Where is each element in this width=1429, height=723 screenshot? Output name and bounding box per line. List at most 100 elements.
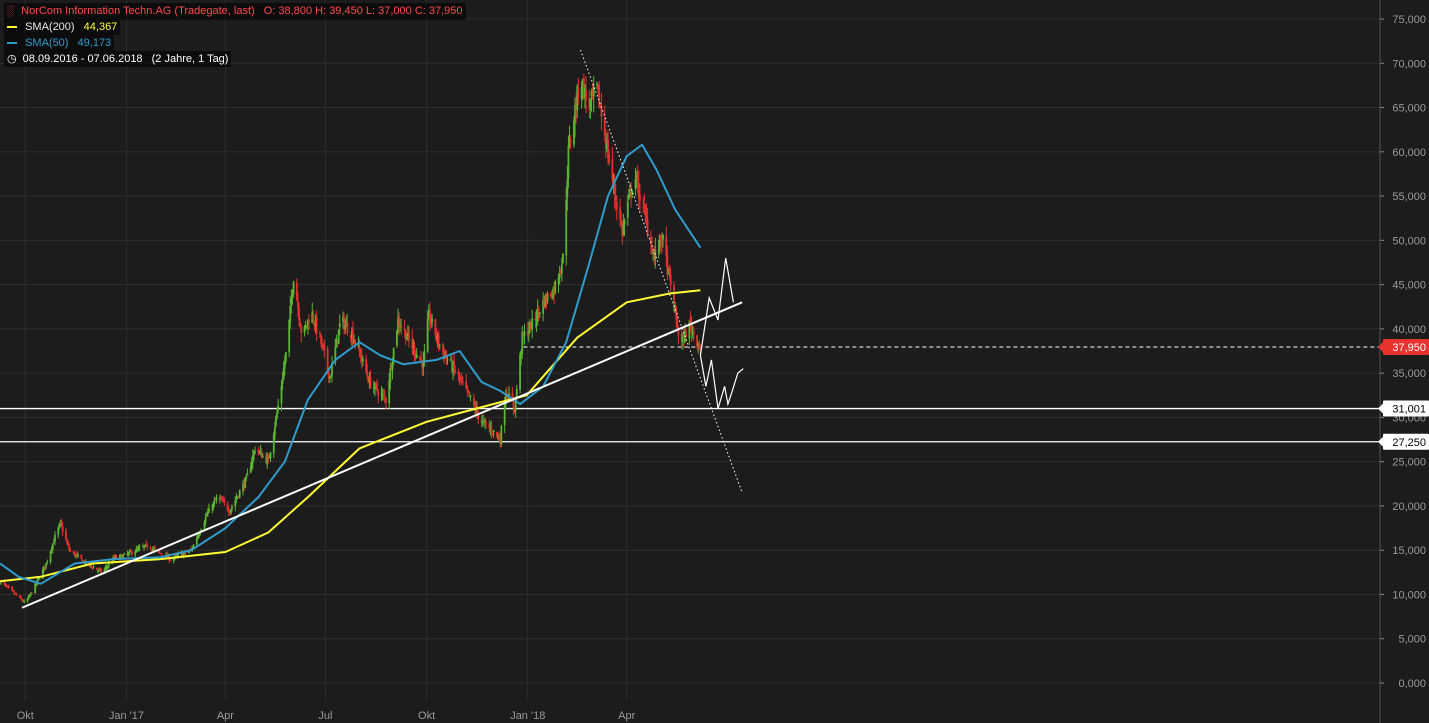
candle-body (195, 538, 198, 545)
sma200-swatch (7, 26, 17, 29)
candle-body (122, 554, 125, 558)
candle-body (38, 578, 41, 580)
candle-body (646, 220, 649, 236)
legend-sma200-box: SMA(200) 44,367 (4, 19, 121, 35)
ohlc-values: O: 38,800 H: 39,450 L: 37,000 C: 37,950 (263, 4, 463, 17)
candle-body (277, 405, 280, 411)
candle-body (469, 396, 472, 398)
candle-body (308, 321, 310, 324)
period-range: 08.09.2016 - 07.06.2018 (22, 53, 143, 65)
candle-body (254, 451, 256, 453)
candle-body (426, 319, 429, 352)
candle-body (692, 331, 695, 334)
y-tick-label: 70,000 (1392, 58, 1426, 70)
candle-body (662, 234, 664, 240)
y-tick-label: 75,000 (1392, 14, 1426, 26)
candle-body (323, 346, 326, 351)
legend-sma200-row[interactable]: SMA(200) 44,367 (4, 19, 466, 35)
candle-body (51, 543, 54, 550)
candle-body (354, 339, 357, 345)
x-tick-label: Jan '17 (109, 710, 144, 722)
candle-body (454, 369, 457, 373)
candle-body (415, 354, 418, 359)
candle-body (149, 547, 152, 550)
candle-body (100, 569, 103, 573)
candle-body (300, 326, 303, 333)
candle-body (585, 90, 587, 100)
y-tick-label: 10,000 (1392, 589, 1426, 601)
candle-body (408, 332, 410, 340)
x-tick-label: Apr (217, 710, 234, 722)
x-tick-label: Apr (618, 710, 635, 722)
candle-body (492, 430, 495, 433)
sma50-value: 49,173 (77, 37, 112, 49)
x-tick-label: Okt (17, 710, 34, 722)
y-tick-label: 25,000 (1392, 457, 1426, 469)
candle-body (567, 145, 570, 179)
x-tick-label: Jan '18 (510, 710, 545, 722)
candle-body (523, 331, 526, 336)
candle-body (326, 348, 329, 370)
candle-body (146, 545, 149, 548)
chart-type-icon: ░ (7, 5, 15, 17)
sma200-value: 44,367 (83, 21, 118, 33)
candle-body (284, 351, 287, 362)
candle-body (400, 324, 403, 328)
candle-body (312, 314, 315, 322)
candle-body (515, 388, 518, 398)
instrument-title: NorCom Information Techn.AG (Tradegate, … (21, 4, 255, 17)
candle-body (554, 281, 557, 293)
y-tick-label: 60,000 (1392, 147, 1426, 159)
legend-sma50-box: SMA(50) 49,173 (4, 35, 115, 51)
candle-body (131, 551, 133, 555)
candle-body (392, 347, 395, 362)
candle-body (531, 318, 534, 329)
candle-body (213, 500, 216, 504)
candle-body (546, 294, 549, 302)
candle-body (46, 561, 49, 563)
candle-body (623, 220, 626, 226)
candle-body (15, 593, 18, 596)
candle-body (54, 534, 56, 542)
candle-body (7, 586, 10, 588)
candle-body (11, 586, 13, 591)
candle-body (677, 330, 680, 336)
candle-body (30, 592, 33, 594)
candle-body (69, 550, 72, 552)
sma200-label: SMA(200) (25, 21, 75, 33)
candle-body (269, 452, 272, 459)
legend-title-row: ░ NorCom Information Techn.AG (Tradegate… (4, 2, 466, 20)
chart-background (0, 0, 1429, 723)
candle-body (654, 249, 657, 260)
candle-body (569, 140, 572, 142)
candle-body (562, 253, 564, 263)
candle-body (77, 555, 79, 557)
y-tick-label: 5,000 (1398, 634, 1426, 646)
candle-body (512, 400, 515, 408)
candle-body (438, 345, 441, 347)
candle-body (204, 516, 207, 522)
candle-body (215, 497, 218, 501)
legend-period-row[interactable]: ◷ 08.09.2016 - 07.06.2018 (2 Jahre, 1 Ta… (4, 51, 466, 67)
candle-body (177, 554, 180, 557)
candle-body (338, 323, 341, 328)
clock-icon: ◷ (7, 53, 17, 65)
candle-body (65, 531, 67, 540)
candle-body (437, 334, 440, 345)
candle-body (577, 88, 580, 98)
candle-body (461, 381, 464, 383)
y-tick-label: 20,000 (1392, 501, 1426, 513)
candle-body (246, 473, 249, 476)
legend-sma50-row[interactable]: SMA(50) 49,173 (4, 35, 466, 51)
candle-body (123, 553, 126, 555)
candle-body (608, 154, 611, 163)
y-tick-label: 35,000 (1392, 368, 1426, 380)
candle-body (615, 201, 618, 210)
last-price-badge-label: 37,950 (1392, 342, 1426, 354)
candle-body (107, 563, 110, 566)
candle-body (92, 567, 95, 569)
sma50-swatch (7, 42, 17, 45)
candle-body (154, 547, 156, 549)
candle-body (361, 357, 364, 362)
y-tick-label: 40,000 (1392, 324, 1426, 336)
